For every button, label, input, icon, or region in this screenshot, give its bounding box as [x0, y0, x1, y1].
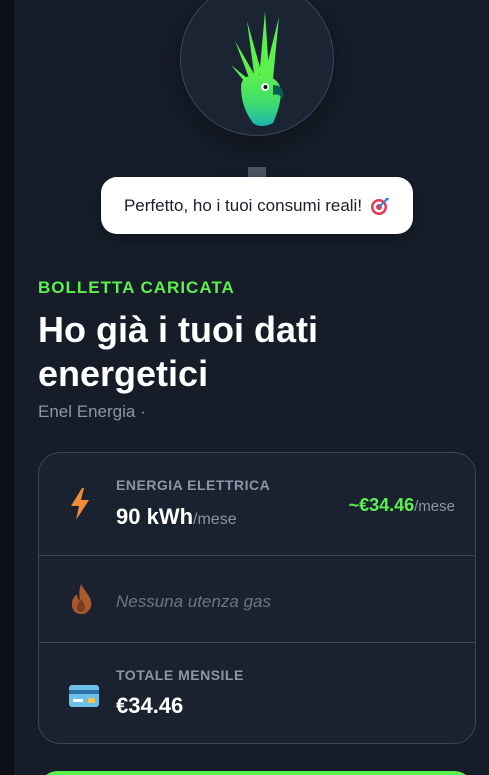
electricity-value: 90 kWh [116, 504, 194, 529]
energy-summary-card: ENERGIA ELETTRICA 90 kWh/mese ~€34.46/me… [38, 452, 476, 744]
total-label: TOTALE MENSILE [116, 667, 244, 683]
gas-row: Nessuna utenza gas [39, 556, 475, 643]
gas-status: Nessuna utenza gas [116, 592, 271, 611]
electricity-price-unit: /mese [414, 498, 455, 515]
total-row: TOTALE MENSILE €34.46 [39, 643, 475, 743]
total-value: €34.46 [116, 693, 184, 718]
electricity-row: ENERGIA ELETTRICA 90 kWh/mese ~€34.46/me… [39, 453, 475, 556]
continue-button[interactable] [38, 771, 474, 775]
mascot-avatar [180, 0, 334, 136]
flame-icon [71, 584, 92, 615]
page-title: Ho già i tuoi dati energetici [38, 309, 318, 394]
target-icon [371, 197, 390, 215]
section-kicker: BOLLETTA CARICATA [38, 278, 235, 297]
page: Perfetto, ho i tuoi consumi reali! BOLLE… [14, 0, 489, 775]
provider-name: Enel Energia · [38, 402, 146, 421]
electricity-price-value: ~€34.46 [348, 495, 415, 515]
electricity-label: ENERGIA ELETTRICA [116, 477, 271, 493]
lightning-icon [71, 488, 89, 520]
electricity-unit: /mese [193, 511, 237, 528]
credit-card-icon [69, 685, 99, 707]
electricity-price: ~€34.46/mese [349, 495, 455, 516]
electricity-consumption: 90 kWh/mese [116, 504, 237, 530]
assistant-message: Perfetto, ho i tuoi consumi reali! [123, 195, 363, 215]
cockatoo-mascot-icon [231, 11, 284, 126]
assistant-message-bubble: Perfetto, ho i tuoi consumi reali! [101, 177, 413, 234]
